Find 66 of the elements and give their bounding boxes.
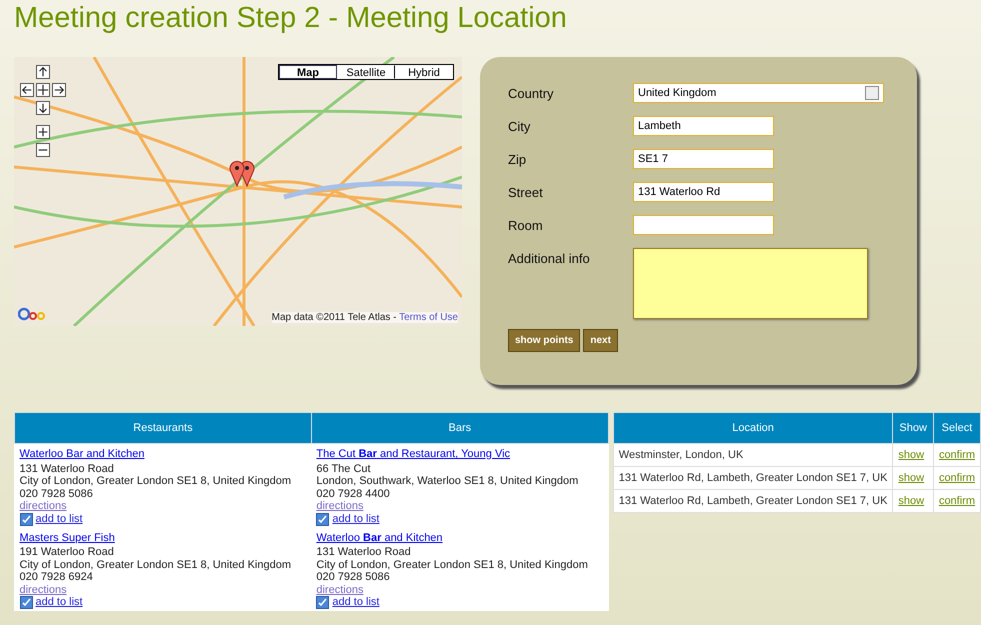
form-button[interactable]: next <box>583 329 618 352</box>
arrow-right-icon[interactable] <box>52 83 66 97</box>
column-header: Location <box>613 412 893 444</box>
pan-icon[interactable] <box>36 83 50 97</box>
location-cell: 131 Waterloo Rd, Lambeth, Greater London SE1 7, UK <box>613 466 893 490</box>
place-detail: City of London, Greater London SE1 8, United Kingdom <box>20 558 292 571</box>
add-to-list-link[interactable]: add to list <box>36 512 83 526</box>
place-detail: 020 7928 5086 <box>20 488 94 500</box>
input-field[interactable] <box>633 215 774 235</box>
page-title: Meeting creation Step 2 - Meeting Location <box>13 1 568 36</box>
place-detail: 66 The Cut <box>316 462 372 475</box>
place-detail: 020 7928 4400 <box>316 488 391 500</box>
column-header: Show <box>892 412 934 444</box>
checkbox[interactable] <box>316 512 330 526</box>
field-label: Country <box>508 85 555 101</box>
map-attribution: Map data ©2011 Tele Atlas - Terms of Use <box>272 312 458 323</box>
text-area[interactable] <box>633 248 868 319</box>
map-type-tab[interactable]: Satellite <box>337 65 395 79</box>
zoom-out-icon[interactable] <box>36 143 50 157</box>
input-field[interactable]: Lambeth <box>633 116 774 136</box>
place-detail: 191 Waterloo Road <box>20 546 115 558</box>
input-field[interactable]: SE1 7 <box>633 149 774 169</box>
arrow-left-icon[interactable] <box>20 83 34 97</box>
form-button[interactable]: show points <box>508 329 580 352</box>
place-detail: City of London, Greater London SE1 8, United Kingdom <box>316 558 589 571</box>
field-label: Additional info <box>508 250 591 266</box>
add-to-list-link[interactable]: add to list <box>332 512 380 526</box>
checkbox[interactable] <box>316 596 330 609</box>
arrow-down-icon[interactable] <box>36 101 50 115</box>
place-detail: 131 Waterloo Road <box>316 546 412 558</box>
add-to-list-link[interactable]: add to list <box>36 596 83 609</box>
directions-link[interactable]: directions <box>20 500 306 512</box>
directions-link[interactable]: directions <box>20 584 306 596</box>
country-select[interactable]: United Kingdom <box>633 83 884 103</box>
location-cell: 131 Waterloo Rd, Lambeth, Greater London SE1 7, UK <box>613 490 893 512</box>
field-label: Room <box>508 217 544 233</box>
column-header: Bars <box>311 412 608 444</box>
place-link[interactable]: Waterloo Bar and Kitchen <box>20 448 144 460</box>
field-label: Street <box>508 184 544 200</box>
map-type-tab[interactable]: Hybrid <box>395 65 453 79</box>
place-detail: City of London, Greater London SE1 8, United Kingdom <box>20 475 292 488</box>
place-link[interactable]: Masters Super Fish <box>20 532 115 544</box>
place-detail: 020 7928 6924 <box>20 571 94 584</box>
place-detail: 020 7928 5086 <box>316 571 391 584</box>
zoom-in-icon[interactable] <box>36 125 50 139</box>
terms-link[interactable]: Terms of Use <box>399 312 458 323</box>
field-label: City <box>508 118 532 134</box>
directions-link[interactable]: directions <box>316 500 604 512</box>
map-pins-icon[interactable] <box>229 160 255 187</box>
arrow-up-icon[interactable] <box>36 65 50 79</box>
location-cell: Westminster, London, UK <box>613 444 893 466</box>
map-type-tab[interactable]: Map <box>279 65 337 79</box>
logo-icon <box>18 306 48 322</box>
column-header: Select <box>933 412 980 444</box>
place-detail: 131 Waterloo Road <box>20 462 115 475</box>
place-detail: London, Southwark, Waterloo SE1 8, United Kingdom <box>316 475 580 488</box>
add-to-list-link[interactable]: add to list <box>332 596 380 609</box>
input-field[interactable]: 131 Waterloo Rd <box>633 182 774 202</box>
field-label: Zip <box>508 151 528 167</box>
directions-link[interactable]: directions <box>316 584 604 596</box>
place-link[interactable]: The Cut Bar and Restaurant, Young Vic <box>316 448 510 460</box>
map-placeholder[interactable]: Map Satellite Hybrid Map data ©2011 Tele Atlas - Terms of Use <box>14 57 462 326</box>
checkbox[interactable] <box>20 596 32 609</box>
checkbox[interactable] <box>20 512 32 526</box>
column-header: Restaurants <box>14 412 312 444</box>
place-link[interactable]: Waterloo Bar and Kitchen <box>316 532 443 544</box>
